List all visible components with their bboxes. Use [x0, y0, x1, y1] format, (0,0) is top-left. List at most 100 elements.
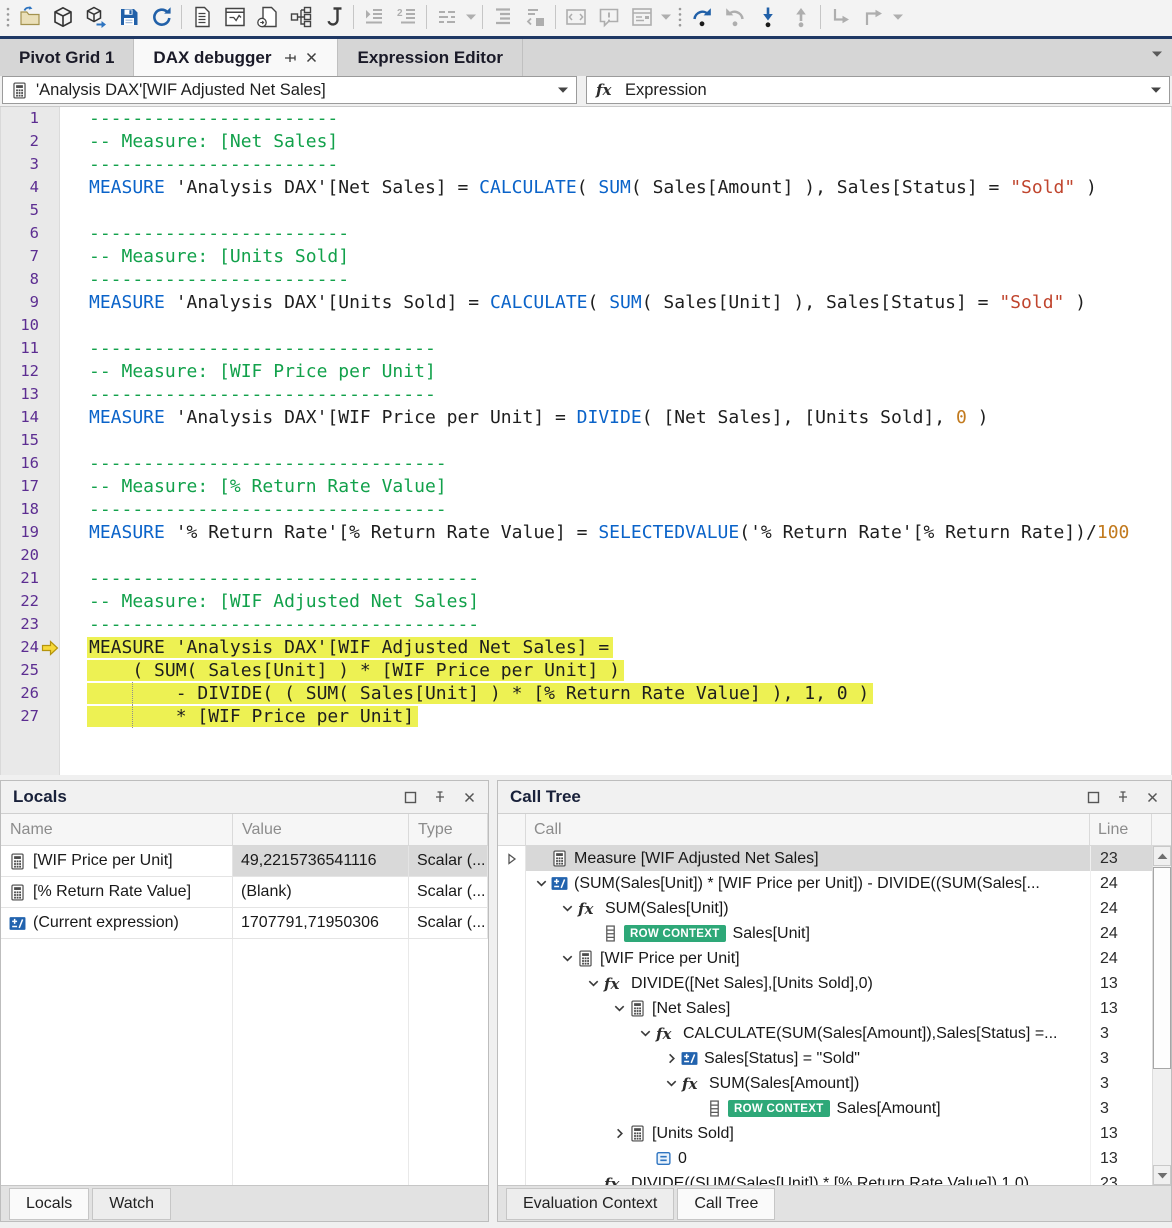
call-tree-tab-call-tree[interactable]: Call Tree	[677, 1188, 775, 1220]
report-designer-button[interactable]	[218, 2, 251, 32]
fx-icon: fx	[603, 1176, 625, 1186]
row-indicator-cell	[498, 1171, 526, 1185]
call-cell[interactable]: ROW CONTEXTSales[Unit]	[526, 921, 1090, 946]
chevron-down-icon[interactable]	[584, 976, 603, 991]
scroll-up-icon[interactable]	[1153, 846, 1171, 866]
call-cell[interactable]: fxCALCULATE(SUM(Sales[Amount]),Sales[Sta…	[526, 1021, 1090, 1046]
line-number: 17	[1, 475, 59, 498]
call-cell[interactable]: fxSUM(Sales[Amount])	[526, 1071, 1090, 1096]
call-cell[interactable]: [Net Sales]	[526, 996, 1090, 1021]
call-tree-row[interactable]: Sales[Status] = "Sold"3	[498, 1046, 1152, 1071]
pin-icon[interactable]	[433, 790, 447, 804]
locals-row[interactable]: [WIF Price per Unit]49,2215736541116Scal…	[1, 846, 488, 877]
step-into-button[interactable]	[751, 2, 784, 32]
call-tree-row[interactable]: fxCALCULATE(SUM(Sales[Amount]),Sales[Sta…	[498, 1021, 1152, 1046]
call-tree-row[interactable]: fxDIVIDE([Net Sales],[Units Sold],0)13	[498, 971, 1152, 996]
chevron-right-icon[interactable]	[610, 1126, 629, 1141]
chevron-down-icon[interactable]	[558, 87, 568, 93]
expression-selector[interactable]: fx Expression	[586, 76, 1170, 104]
call-cell[interactable]: (SUM(Sales[Unit]) * [WIF Price per Unit]…	[526, 871, 1090, 896]
call-cell[interactable]: 0	[526, 1146, 1090, 1171]
tab-dax-debugger[interactable]: DAX debugger	[134, 39, 338, 76]
call-tree-row[interactable]: ROW CONTEXTSales[Amount]3	[498, 1096, 1152, 1121]
tab-pivot-grid-1[interactable]: Pivot Grid 1	[0, 39, 134, 76]
chevron-down-icon[interactable]	[558, 901, 577, 916]
call-tree-row[interactable]: [Units Sold]13	[498, 1121, 1152, 1146]
deploy-model-button[interactable]	[79, 2, 112, 32]
scroll-down-icon[interactable]	[1153, 1165, 1171, 1185]
column-header-name[interactable]: Name	[1, 814, 233, 845]
locals-name-cell[interactable]: (Current expression)	[1, 908, 233, 938]
maximize-icon[interactable]	[404, 791, 417, 804]
pin-icon[interactable]	[283, 51, 297, 65]
refresh-button[interactable]	[145, 2, 178, 32]
page-export-button[interactable]	[251, 2, 284, 32]
measure-selector[interactable]: 'Analysis DAX'[WIF Adjusted Net Sales]	[2, 76, 577, 104]
scrollbar-track[interactable]	[1153, 1070, 1171, 1165]
call-tree-row[interactable]: fxSUM(Sales[Amount])3	[498, 1071, 1152, 1096]
call-cell[interactable]: Sales[Status] = "Sold"	[526, 1046, 1090, 1071]
locals-row[interactable]: (Current expression)1707791,71950306Scal…	[1, 908, 488, 939]
locals-row[interactable]: [% Return Rate Value](Blank)Scalar (...	[1, 877, 488, 908]
call-tree-row[interactable]: fxSUM(Sales[Unit])24	[498, 896, 1152, 921]
column-header-value[interactable]: Value	[233, 814, 409, 845]
new-script-button[interactable]	[185, 2, 218, 32]
chevron-down-icon[interactable]	[532, 876, 551, 891]
call-cell[interactable]: ROW CONTEXTSales[Amount]	[526, 1096, 1090, 1121]
tab-overflow-caret-icon[interactable]	[1152, 51, 1162, 57]
call-tree-row[interactable]: [WIF Price per Unit]24	[498, 946, 1152, 971]
close-icon[interactable]	[463, 791, 476, 804]
toolbar-grip[interactable]	[2, 5, 13, 29]
chevron-down-icon[interactable]	[636, 1026, 655, 1041]
panel-splitter[interactable]	[489, 780, 497, 1222]
locals-type-cell[interactable]: Scalar (...	[409, 908, 488, 938]
highlighted-statement: ( SUM( Sales[Unit] ) * [WIF Price per Un…	[87, 660, 624, 681]
locals-value-cell[interactable]: 1707791,71950306	[233, 908, 409, 938]
chevron-down-icon[interactable]	[610, 1001, 629, 1016]
row-indicator-cell	[498, 846, 526, 871]
toolbar-grip[interactable]	[674, 5, 685, 29]
call-cell[interactable]: fxDIVIDE([Net Sales],[Units Sold],0)	[526, 971, 1090, 996]
scrollbar[interactable]	[1152, 846, 1171, 1185]
line-number: 22	[1, 590, 59, 613]
locals-tab-watch[interactable]: Watch	[92, 1188, 171, 1220]
locals-tab-locals[interactable]: Locals	[9, 1188, 89, 1220]
call-tree-row[interactable]: [Net Sales]13	[498, 996, 1152, 1021]
close-icon[interactable]	[1146, 791, 1159, 804]
chevron-down-icon[interactable]	[662, 1076, 681, 1091]
close-icon[interactable]	[305, 51, 318, 64]
call-tree-row[interactable]: ROW CONTEXTSales[Unit]24	[498, 921, 1152, 946]
maximize-icon[interactable]	[1087, 791, 1100, 804]
step-over-button[interactable]	[685, 2, 718, 32]
chevron-down-icon[interactable]	[1151, 87, 1161, 93]
chevron-right-icon[interactable]	[662, 1051, 681, 1066]
hierarchy-button[interactable]	[284, 2, 317, 32]
locals-value-cell[interactable]: (Blank)	[233, 877, 409, 907]
call-cell[interactable]: Measure [WIF Adjusted Net Sales]	[526, 846, 1090, 871]
locals-name-cell[interactable]: [% Return Rate Value]	[1, 877, 233, 907]
column-header-type[interactable]: Type	[409, 814, 488, 845]
pin-icon[interactable]	[1116, 790, 1130, 804]
toolbar-separator	[181, 5, 182, 29]
save-button[interactable]	[112, 2, 145, 32]
call-tree-row[interactable]: 013	[498, 1146, 1152, 1171]
tab-expression-editor[interactable]: Expression Editor	[338, 39, 522, 76]
locals-type-cell[interactable]: Scalar (...	[409, 846, 488, 876]
locals-type-cell[interactable]: Scalar (...	[409, 877, 488, 907]
locals-name-cell[interactable]: [WIF Price per Unit]	[1, 846, 233, 876]
scrollbar-thumb[interactable]	[1153, 867, 1171, 1069]
code-editor[interactable]: 1-----------------------2-- Measure: [Ne…	[0, 107, 1172, 775]
call-cell[interactable]: fxDIVIDE((SUM(Sales[Unit]) * [% Return R…	[526, 1171, 1090, 1185]
locals-value-cell[interactable]: 49,2215736541116	[233, 846, 409, 876]
call-tree-row[interactable]: (SUM(Sales[Unit]) * [WIF Price per Unit]…	[498, 871, 1152, 896]
chevron-down-icon[interactable]	[558, 951, 577, 966]
call-cell[interactable]: [WIF Price per Unit]	[526, 946, 1090, 971]
format-dax-button[interactable]	[317, 2, 350, 32]
call-tree-tab-evaluation-context[interactable]: Evaluation Context	[506, 1188, 674, 1220]
call-cell[interactable]: [Units Sold]	[526, 1121, 1090, 1146]
call-tree-row[interactable]: fxDIVIDE((SUM(Sales[Unit]) * [% Return R…	[498, 1171, 1152, 1185]
model-button[interactable]	[46, 2, 79, 32]
open-file-button[interactable]	[13, 2, 46, 32]
call-cell[interactable]: fxSUM(Sales[Unit])	[526, 896, 1090, 921]
call-tree-row[interactable]: Measure [WIF Adjusted Net Sales]23	[498, 846, 1152, 871]
